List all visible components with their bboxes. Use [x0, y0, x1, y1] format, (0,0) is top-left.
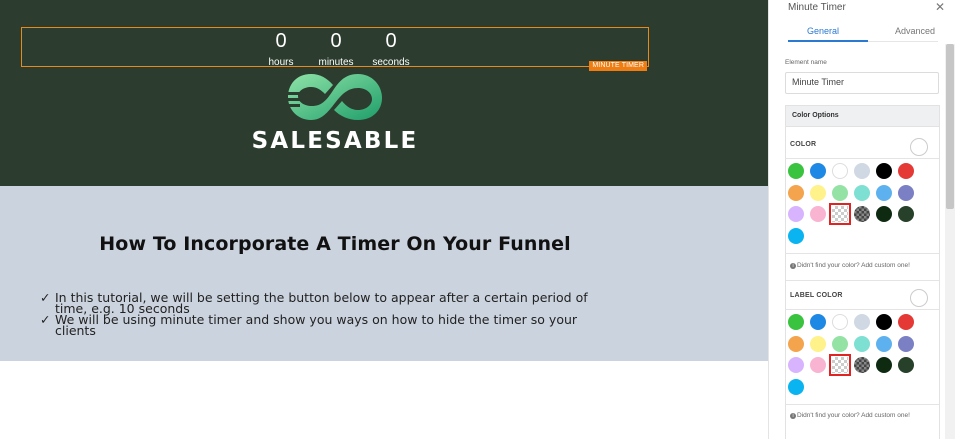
divider — [786, 280, 939, 281]
label-color-swatch[interactable] — [810, 357, 826, 373]
bullet-text-2: We will be using minute timer and show y… — [55, 312, 578, 338]
info-icon: i — [790, 263, 796, 269]
checkmark-icon: ✓ — [40, 290, 51, 305]
timer-hours-value: 0 — [275, 30, 287, 52]
content-heading: How To Incorporate A Timer On Your Funne… — [99, 233, 571, 255]
color-swatch[interactable] — [854, 184, 870, 201]
label-color-swatch[interactable] — [788, 335, 804, 352]
panel-scrollbar[interactable] — [945, 44, 955, 439]
divider — [786, 253, 939, 254]
page-canvas: 0 hours 0 minutes 0 seconds MINUTE TIMER — [0, 0, 768, 439]
tab-advanced[interactable]: Advanced — [895, 26, 935, 36]
color-swatch[interactable] — [854, 163, 870, 179]
color-swatch[interactable] — [854, 206, 870, 222]
timer-hours: 0 hours — [256, 30, 306, 70]
color-swatch[interactable] — [810, 206, 826, 222]
color-swatch[interactable] — [876, 184, 892, 201]
timer-minutes-value: 0 — [330, 30, 342, 52]
scrollbar-thumb[interactable] — [946, 44, 954, 209]
salesable-logo-text: SALESABLE — [251, 128, 419, 154]
element-name-input[interactable]: Minute Timer — [785, 72, 939, 94]
checkmark-icon: ✓ — [40, 312, 51, 327]
color-swatch[interactable] — [898, 184, 914, 201]
color-swatch[interactable] — [876, 163, 892, 179]
label-color-swatch[interactable] — [829, 354, 851, 376]
color-swatch[interactable] — [898, 163, 914, 179]
label-color-swatch[interactable] — [810, 335, 826, 352]
timer-minutes-label: minutes — [318, 57, 354, 68]
hero-section: 0 hours 0 minutes 0 seconds MINUTE TIMER — [0, 0, 768, 186]
label-color-swatch[interactable] — [832, 314, 848, 330]
label-color-swatch[interactable] — [898, 335, 914, 352]
color-swatch[interactable] — [788, 163, 804, 179]
timer-seconds: 0 seconds — [366, 30, 416, 70]
label-color-swatch[interactable] — [832, 335, 848, 352]
color-options-header[interactable]: Color Options — [786, 106, 939, 127]
timer-seconds-value: 0 — [385, 30, 397, 52]
label-color-swatch[interactable] — [854, 314, 870, 330]
timer-seconds-label: seconds — [372, 57, 410, 68]
color-swatch[interactable] — [788, 184, 804, 201]
label-color-swatch[interactable] — [876, 335, 892, 352]
color-options-title: Color Options — [792, 112, 839, 119]
label-color-swatch[interactable] — [788, 378, 804, 395]
custom-label-color-hint[interactable]: i Didn't find your color? Add custom one! — [790, 412, 910, 419]
bullet-text-1: In this tutorial, we will be setting the… — [55, 290, 588, 316]
panel-header: Minute Timer ✕ — [769, 0, 956, 20]
label-color-swatch[interactable] — [876, 314, 892, 330]
color-swatch[interactable] — [876, 206, 892, 222]
current-label-color-swatch[interactable] — [910, 289, 928, 307]
label-color-swatch[interactable] — [876, 357, 892, 373]
tab-general[interactable]: General — [807, 26, 839, 36]
custom-label-color-hint-text: Didn't find your color? Add custom one! — [797, 412, 910, 419]
label-color-swatch[interactable] — [898, 357, 914, 373]
label-color-group-label: LABEL COLOR — [790, 292, 843, 299]
label-color-swatch[interactable] — [898, 314, 914, 330]
timer-minutes: 0 minutes — [311, 30, 361, 70]
color-swatch[interactable] — [788, 206, 804, 222]
active-tab-indicator — [788, 40, 868, 42]
custom-color-hint[interactable]: i Didn't find your color? Add custom one! — [790, 262, 910, 269]
divider — [786, 309, 939, 310]
label-color-swatch[interactable] — [788, 314, 804, 330]
color-swatch[interactable] — [832, 184, 848, 201]
label-color-swatch[interactable] — [854, 335, 870, 352]
divider — [786, 158, 939, 159]
label-color-swatch[interactable] — [788, 357, 804, 373]
label-color-swatch[interactable] — [854, 357, 870, 373]
element-name-label: Element name — [785, 59, 827, 66]
panel-title: Minute Timer — [788, 2, 846, 13]
timer-hours-label: hours — [268, 57, 294, 68]
info-icon: i — [790, 413, 796, 419]
salesable-logo-icon — [288, 74, 382, 120]
label-color-swatch[interactable] — [810, 314, 826, 330]
current-color-swatch[interactable] — [910, 138, 928, 156]
color-swatch[interactable] — [788, 227, 804, 244]
minute-timer-element[interactable]: 0 hours 0 minutes 0 seconds MINUTE TIMER — [21, 27, 649, 71]
color-swatch[interactable] — [898, 206, 914, 222]
color-swatch[interactable] — [832, 163, 848, 179]
element-type-tag: MINUTE TIMER — [589, 61, 647, 71]
color-swatch[interactable] — [810, 163, 826, 179]
color-swatch[interactable] — [810, 184, 826, 201]
color-swatch[interactable] — [829, 203, 851, 225]
custom-color-hint-text: Didn't find your color? Add custom one! — [797, 262, 910, 269]
settings-panel: Minute Timer ✕ General Advanced Element … — [768, 0, 956, 439]
divider — [786, 404, 939, 405]
color-group-label: COLOR — [790, 141, 817, 148]
close-icon[interactable]: ✕ — [935, 0, 945, 14]
